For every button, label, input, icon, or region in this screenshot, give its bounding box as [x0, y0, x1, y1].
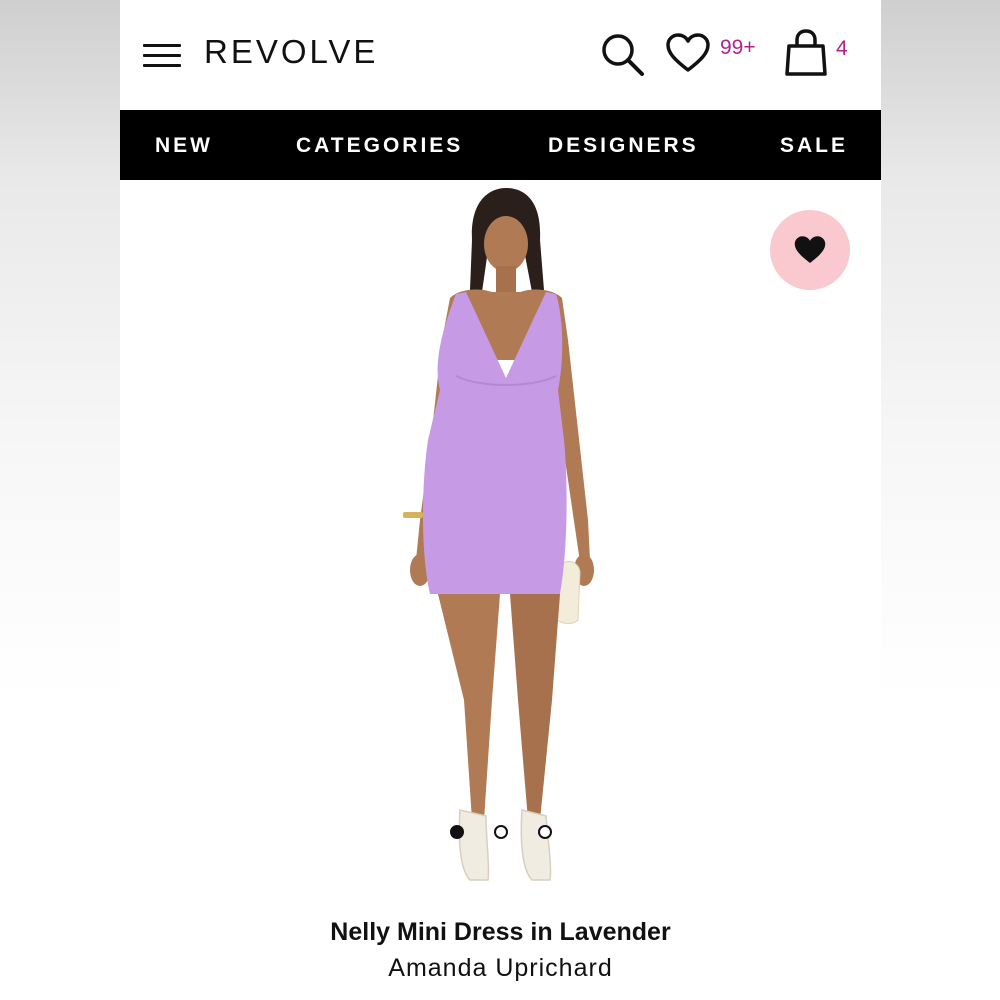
product-page: REVOLVE 99+ 4 NEW CATEGORIES DESIGNERS S…	[120, 0, 881, 1000]
bag-count[interactable]: 4	[836, 37, 848, 61]
header: REVOLVE 99+ 4	[120, 0, 881, 110]
wishlist-count[interactable]: 99+	[720, 36, 756, 60]
nav-item-categories[interactable]: CATEGORIES	[296, 134, 463, 158]
product-image[interactable]	[120, 180, 881, 900]
carousel-dot-2[interactable]	[494, 825, 508, 839]
menu-icon[interactable]	[143, 44, 181, 68]
carousel-dot-3[interactable]	[538, 825, 552, 839]
favorite-button[interactable]	[770, 210, 850, 290]
image-carousel-dots	[450, 825, 560, 841]
nav-item-sale[interactable]: SALE	[780, 134, 848, 158]
nav-item-designers[interactable]: DESIGNERS	[548, 134, 699, 158]
product-designer[interactable]: Amanda Uprichard	[120, 954, 881, 983]
carousel-dot-1[interactable]	[450, 825, 464, 839]
nav-item-new[interactable]: NEW	[155, 134, 213, 158]
search-icon[interactable]	[598, 30, 646, 78]
product-title[interactable]: Nelly Mini Dress in Lavender	[120, 918, 881, 947]
category-nav: NEW CATEGORIES DESIGNERS SALE	[120, 110, 881, 180]
shopping-bag-icon[interactable]	[782, 28, 830, 78]
heart-outline-icon[interactable]	[665, 32, 711, 74]
heart-filled-icon	[794, 236, 826, 263]
logo[interactable]: REVOLVE	[204, 33, 378, 71]
